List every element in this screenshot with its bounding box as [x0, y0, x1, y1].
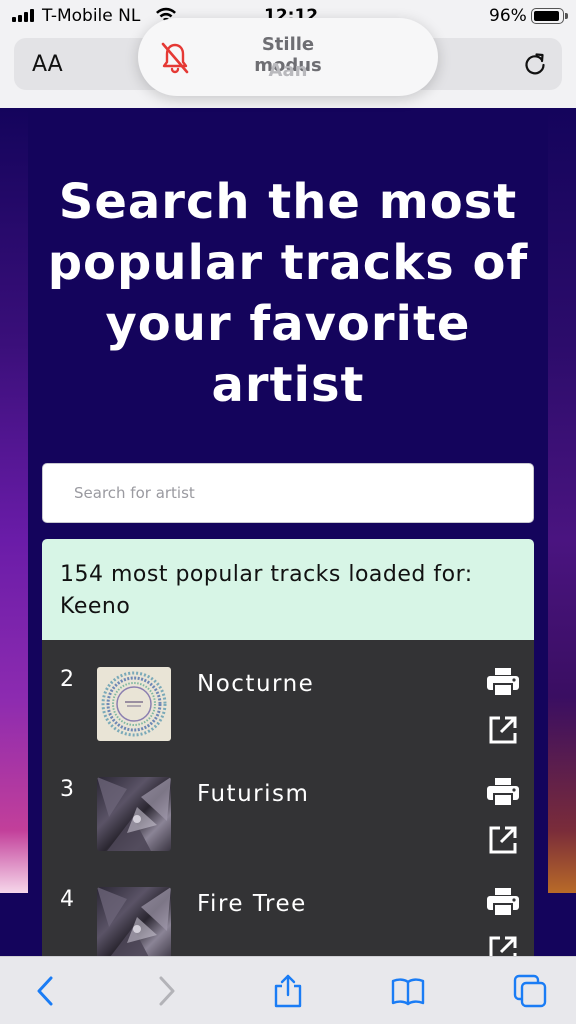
track-rank: 3 [60, 777, 74, 802]
track-title: Fire Tree [197, 891, 307, 917]
artist-search-box[interactable] [42, 463, 534, 523]
page-headline: Search the most popular tracks of your f… [47, 174, 529, 413]
carrier-name: T-Mobile NL [42, 6, 141, 26]
back-icon[interactable] [28, 973, 64, 1009]
track-row[interactable]: 3 Futurism [42, 750, 534, 860]
browser-toolbar [0, 956, 576, 1024]
load-status-message: 154 most popular tracks loaded for: Keen… [42, 539, 534, 640]
share-icon[interactable] [270, 973, 306, 1009]
external-link-icon[interactable] [488, 935, 518, 956]
track-row[interactable]: 4 Fire Tree [42, 860, 534, 956]
text-size-button[interactable]: AA [32, 52, 63, 77]
external-link-icon[interactable] [488, 715, 518, 745]
track-title: Futurism [197, 781, 310, 807]
reload-icon[interactable] [522, 51, 548, 77]
tabs-icon[interactable] [512, 973, 548, 1009]
battery-percentage: 96% [489, 6, 527, 26]
track-list: 2 Nocturne 3 Futurism 4 Fire Tree [42, 640, 534, 956]
album-art-image [97, 667, 171, 741]
cellular-signal-icon [12, 9, 34, 22]
silent-mode-toast: Stille modus Aan [138, 18, 438, 96]
print-icon[interactable] [486, 777, 520, 807]
toast-subtitle: Aan [268, 60, 308, 81]
battery-icon [531, 8, 564, 24]
print-icon[interactable] [486, 887, 520, 917]
track-row[interactable]: 2 Nocturne [42, 640, 534, 750]
external-link-icon[interactable] [488, 825, 518, 855]
artist-search-input[interactable] [43, 464, 533, 522]
background-gradient-left [0, 108, 28, 893]
track-rank: 2 [60, 667, 74, 692]
background-gradient-right [548, 108, 576, 893]
forward-icon[interactable] [148, 973, 184, 1009]
print-icon[interactable] [486, 667, 520, 697]
track-rank: 4 [60, 887, 74, 912]
album-art-image [97, 887, 171, 956]
album-art-image [97, 777, 171, 851]
battery-nub [565, 13, 568, 19]
bell-muted-icon [161, 42, 189, 74]
bookmarks-icon[interactable] [390, 973, 426, 1009]
web-page: Search the most popular tracks of your f… [0, 108, 576, 956]
track-title: Nocturne [197, 671, 315, 697]
